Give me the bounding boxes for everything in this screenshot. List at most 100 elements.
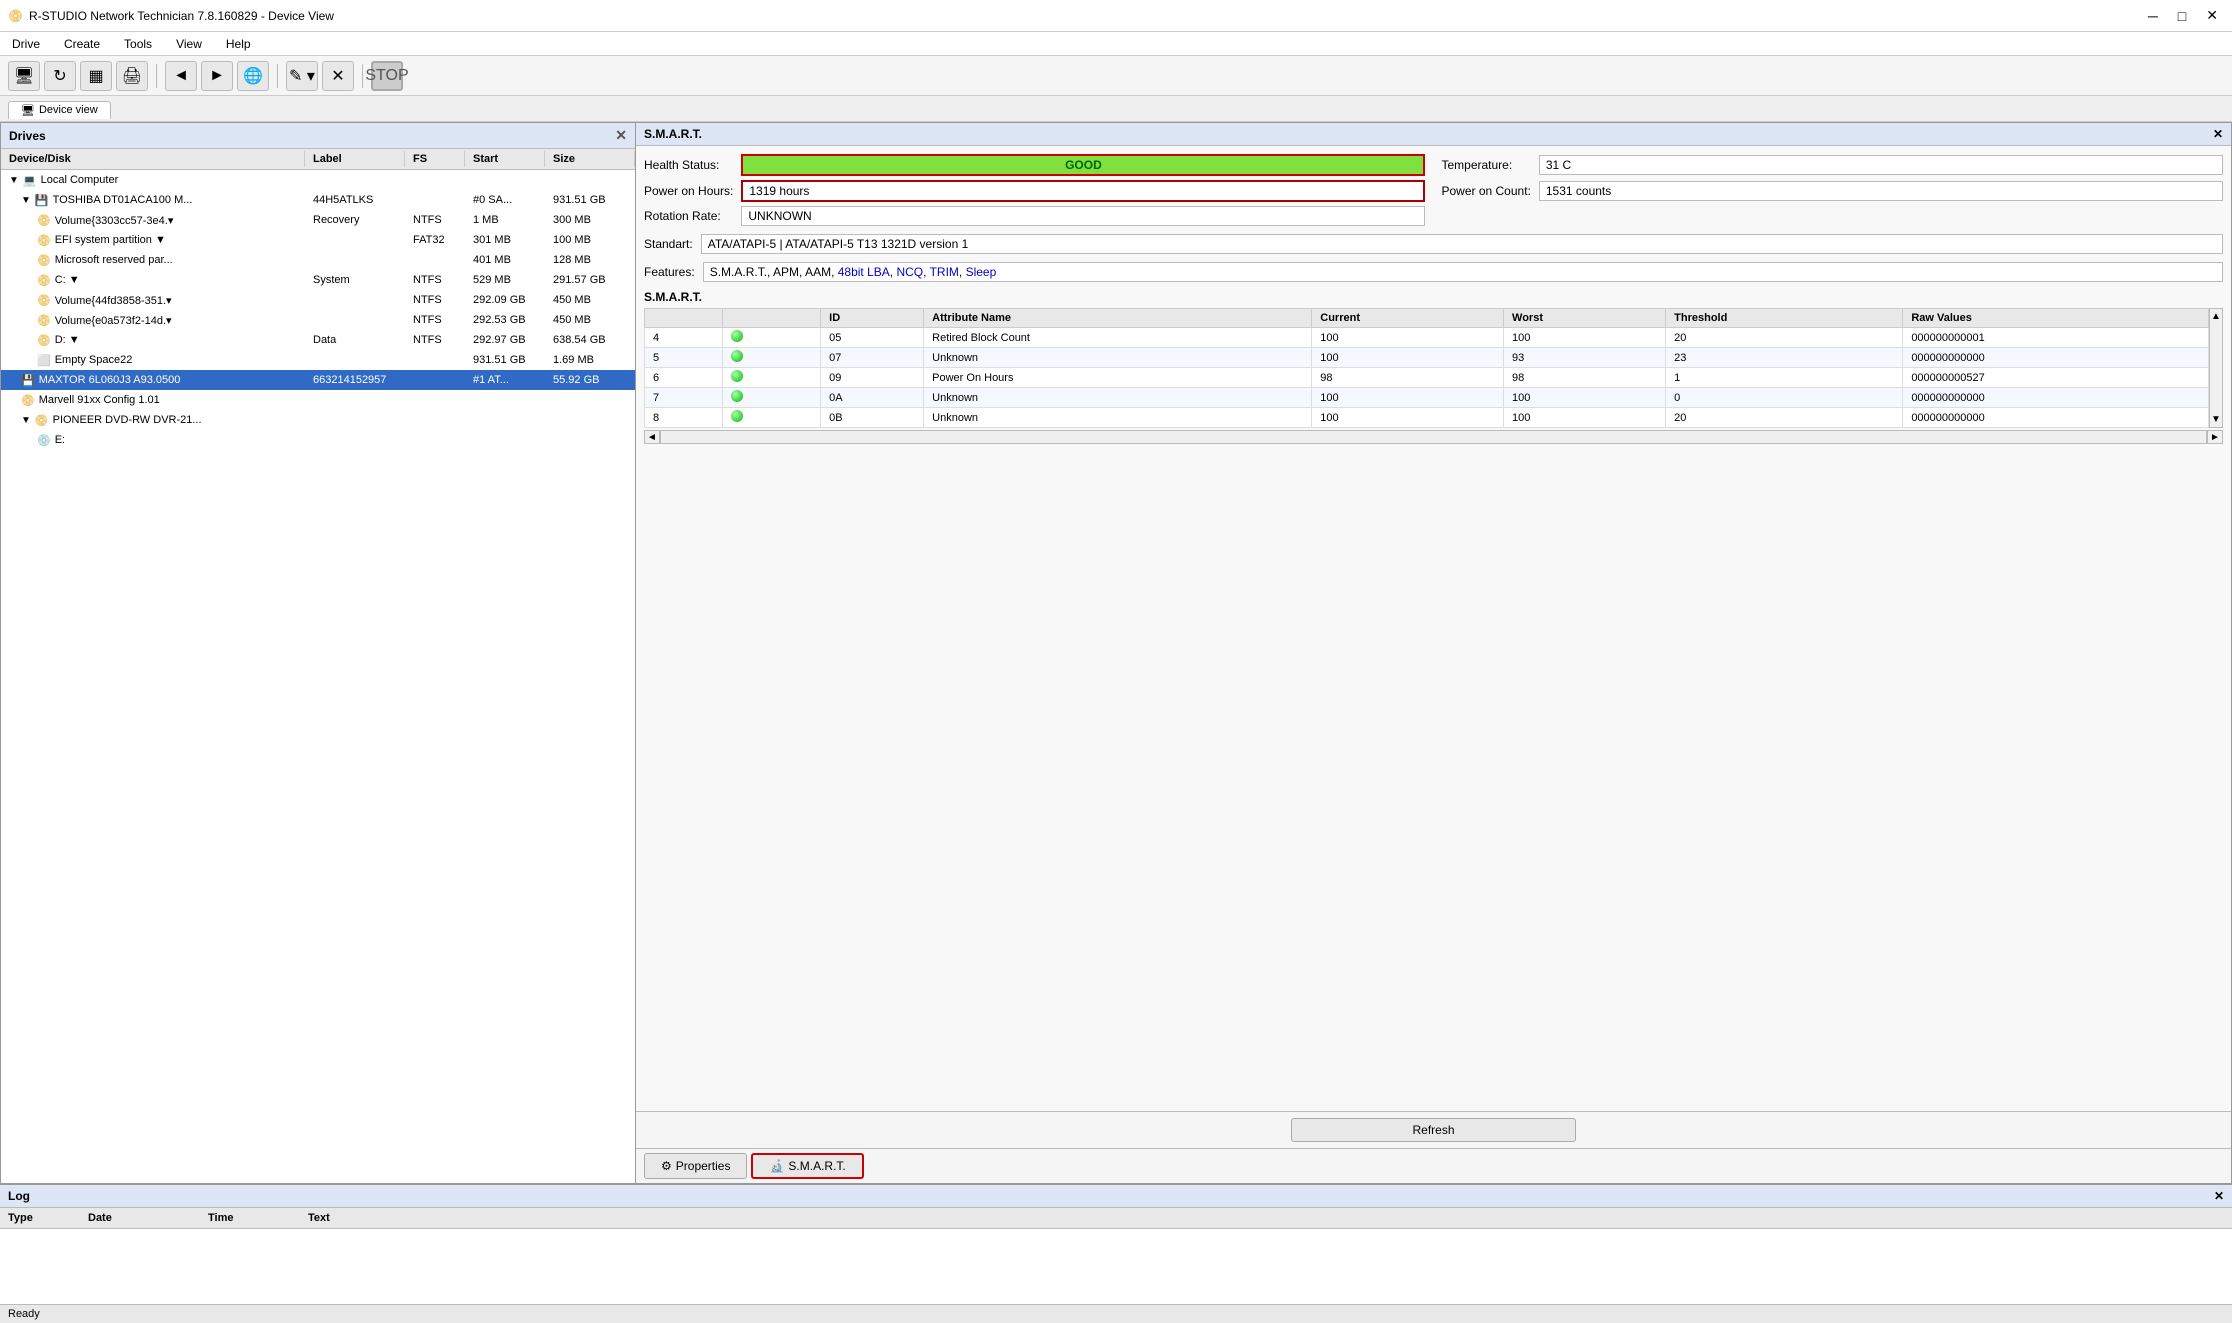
new-button[interactable]: 🖥 [8, 61, 40, 91]
row-raw: 000000000001 [1903, 328, 2209, 348]
drive-row-d[interactable]: 📀 D: ▼ Data NTFS 292.97 GB 638.54 GB [1, 330, 635, 350]
drive-row-local-computer[interactable]: ▼ 💻 Local Computer [1, 170, 635, 190]
titlebar-controls: ─ □ ✕ [2142, 5, 2224, 26]
scroll-down-icon[interactable]: ▼ [2211, 414, 2221, 425]
row-num: 6 [645, 368, 723, 388]
menu-help[interactable]: Help [222, 35, 255, 53]
features-row: Features: S.M.A.R.T., APM, AAM, 48bit LB… [644, 262, 2223, 282]
features-value: S.M.A.R.T., APM, AAM, 48bit LBA, NCQ, TR… [703, 262, 2223, 282]
menu-create[interactable]: Create [60, 35, 104, 53]
scroll-left-icon[interactable]: ◄ [644, 430, 660, 444]
hours-value: 1319 hours [741, 180, 1425, 202]
drives-list[interactable]: ▼ 💻 Local Computer ▼ 💾 TOSHIBA DT01ACA10… [1, 170, 635, 1183]
edit-button[interactable]: ✎ ▾ [286, 61, 318, 91]
th-threshold: Threshold [1666, 309, 1903, 328]
print-button[interactable]: 🖨 [116, 61, 148, 91]
health-label: Health Status: [644, 158, 733, 172]
drive-row-ms-reserved[interactable]: 📀 Microsoft reserved par... 401 MB 128 M… [1, 250, 635, 270]
forward-button[interactable]: ► [201, 61, 233, 91]
maximize-button[interactable]: □ [2172, 5, 2192, 26]
app-icon: 📀 [8, 9, 23, 23]
drives-header: Drives ✕ [1, 123, 635, 149]
tab-device-view[interactable]: 🖥 Device view [8, 101, 111, 119]
close-button[interactable]: ✕ [2200, 5, 2224, 26]
row-raw: 000000000000 [1903, 388, 2209, 408]
log-columns: Type Date Time Text [0, 1208, 2232, 1229]
smart-table-row: 6 09 Power On Hours 98 98 1 000000000527 [645, 368, 2209, 388]
grid-button[interactable]: ▦ [80, 61, 112, 91]
log-col-date: Date [80, 1210, 200, 1226]
row-raw: 000000000527 [1903, 368, 2209, 388]
row-current: 100 [1312, 348, 1504, 368]
col-label: Label [305, 151, 405, 167]
col-fs: FS [405, 151, 465, 167]
standart-row: Standart: ATA/ATAPI-5 | ATA/ATAPI-5 T13 … [644, 234, 2223, 254]
titlebar-left: 📀 R-STUDIO Network Technician 7.8.160829… [8, 9, 334, 23]
toolbar-sep1 [156, 64, 157, 88]
log-close-button[interactable]: ✕ [2214, 1189, 2224, 1203]
drive-row-efi[interactable]: 📀 EFI system partition ▼ FAT32 301 MB 10… [1, 230, 635, 250]
smart-table: ID Attribute Name Current Worst Threshol… [644, 308, 2209, 428]
count-label: Power on Count: [1433, 184, 1530, 198]
log-header: Log ✕ [0, 1185, 2232, 1208]
properties-label: Properties [676, 1159, 731, 1173]
globe-button[interactable]: 🌐 [237, 61, 269, 91]
rotation-label: Rotation Rate: [644, 209, 733, 223]
row-worst: 93 [1504, 348, 1666, 368]
tab-icon: 🖥 [21, 104, 35, 117]
scroll-right-icon[interactable]: ► [2207, 430, 2223, 444]
drive-row-marvell[interactable]: 📀 Marvell 91xx Config 1.01 [1, 390, 635, 410]
smart-close-button[interactable]: ✕ [2213, 127, 2223, 141]
tab-smart[interactable]: 🔬 S.M.A.R.T. [751, 1153, 863, 1179]
row-num: 7 [645, 388, 723, 408]
drive-row-e[interactable]: 💿 E: [1, 430, 635, 450]
drive-row-volume-recovery[interactable]: 📀 Volume{3303cc57-3e4.▾ Recovery NTFS 1 … [1, 210, 635, 230]
back-button[interactable]: ◄ [165, 61, 197, 91]
titlebar: 📀 R-STUDIO Network Technician 7.8.160829… [0, 0, 2232, 32]
log-panel: Log ✕ Type Date Time Text [0, 1184, 2232, 1304]
row-worst: 100 [1504, 328, 1666, 348]
temp-label: Temperature: [1433, 158, 1530, 172]
drive-name-toshiba: ▼ 💾 TOSHIBA DT01ACA100 M... [1, 193, 305, 208]
log-col-text: Text [300, 1210, 2232, 1226]
smart-tab-label: S.M.A.R.T. [788, 1159, 845, 1173]
tab-properties[interactable]: ⚙ Properties [644, 1153, 747, 1179]
row-status-dot [723, 388, 821, 408]
th-worst: Worst [1504, 309, 1666, 328]
standart-label: Standart: [644, 237, 693, 251]
drive-row-c[interactable]: 📀 C: ▼ System NTFS 529 MB 291.57 GB [1, 270, 635, 290]
drive-row-volume-44fd[interactable]: 📀 Volume{44fd3858-351.▾ NTFS 292.09 GB 4… [1, 290, 635, 310]
drive-row-empty-space[interactable]: ⬜ Empty Space22 931.51 GB 1.69 MB [1, 350, 635, 370]
drive-row-maxtor[interactable]: 💾 MAXTOR 6L060J3 A93.0500 663214152957 #… [1, 370, 635, 390]
drive-name-marvell: 📀 Marvell 91xx Config 1.01 [1, 393, 305, 408]
drive-row-pioneer[interactable]: ▼ 📀 PIONEER DVD-RW DVR-21... [1, 410, 635, 430]
drives-columns: Device/Disk Label FS Start Size [1, 149, 635, 170]
row-worst: 98 [1504, 368, 1666, 388]
smart-content: Health Status: GOOD Temperature: 31 C Po… [636, 146, 2231, 1111]
minimize-button[interactable]: ─ [2142, 5, 2164, 26]
drive-row-toshiba[interactable]: ▼ 💾 TOSHIBA DT01ACA100 M... 44H5ATLKS #0… [1, 190, 635, 210]
toolbar: 🖥 ↻ ▦ 🖨 ◄ ► 🌐 ✎ ▾ ✕ STOP [0, 56, 2232, 96]
menu-tools[interactable]: Tools [120, 35, 156, 53]
menu-view[interactable]: View [172, 35, 206, 53]
col-start: Start [465, 151, 545, 167]
drive-row-volume-e0a[interactable]: 📀 Volume{e0a573f2-14d.▾ NTFS 292.53 GB 4… [1, 310, 635, 330]
scroll-up-icon[interactable]: ▲ [2211, 311, 2221, 322]
status-text: Ready [8, 1308, 40, 1320]
th-raw: Raw Values [1903, 309, 2209, 328]
smart-table-row: 8 0B Unknown 100 100 20 000000000000 [645, 408, 2209, 428]
toolbar-sep3 [362, 64, 363, 88]
delete-button[interactable]: ✕ [322, 61, 354, 91]
log-content [0, 1229, 2232, 1237]
drive-name-local: ▼ 💻 Local Computer [1, 173, 305, 188]
row-status-dot [723, 328, 821, 348]
row-num: 5 [645, 348, 723, 368]
drive-name-volume-e0a: 📀 Volume{e0a573f2-14d.▾ [1, 313, 305, 328]
row-status-dot [723, 408, 821, 428]
stop-button[interactable]: STOP [371, 61, 403, 91]
drives-close-button[interactable]: ✕ [615, 127, 627, 144]
menu-drive[interactable]: Drive [8, 35, 44, 53]
smart-refresh-button[interactable]: Refresh [1291, 1118, 1575, 1142]
log-col-type: Type [0, 1210, 80, 1226]
refresh-button[interactable]: ↻ [44, 61, 76, 91]
